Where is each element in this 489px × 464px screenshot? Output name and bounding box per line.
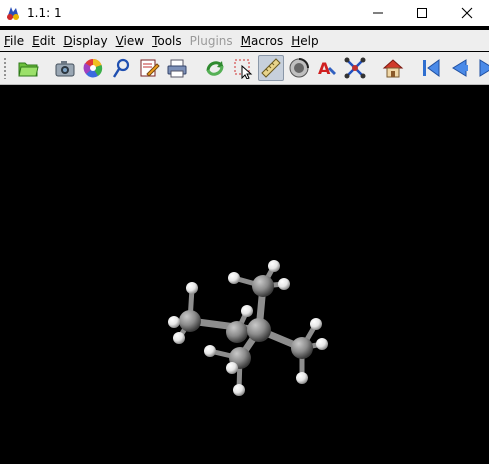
next-frame-icon xyxy=(479,59,489,77)
hydrogen-atom[interactable] xyxy=(173,332,185,344)
hydrogen-atom[interactable] xyxy=(233,384,245,396)
maximize-button[interactable] xyxy=(399,0,445,26)
print-button[interactable] xyxy=(164,55,190,81)
hydrogen-atom[interactable] xyxy=(228,272,240,284)
minimize-icon xyxy=(373,12,383,14)
hydrogen-atom[interactable] xyxy=(268,260,280,272)
ruler-icon xyxy=(261,58,281,78)
carbon-atom[interactable] xyxy=(226,321,248,343)
menu-label: isplay xyxy=(72,33,108,48)
menu-macros[interactable]: Macros xyxy=(237,34,288,48)
next-frame-button[interactable] xyxy=(474,55,489,81)
spin-button[interactable] xyxy=(286,55,312,81)
print-icon xyxy=(167,59,187,78)
edit-document-button[interactable] xyxy=(136,55,162,81)
home-button[interactable] xyxy=(380,55,406,81)
rotate-button[interactable] xyxy=(202,55,228,81)
home-icon xyxy=(382,59,404,78)
title-bar: 1.1: 1 xyxy=(0,0,489,26)
carbon-atom[interactable] xyxy=(247,318,271,342)
camera-icon xyxy=(55,61,75,77)
maximize-icon xyxy=(417,8,427,18)
select-button[interactable] xyxy=(230,55,256,81)
menu-display[interactable]: Display xyxy=(59,34,111,48)
toolbar: A xyxy=(0,52,489,85)
edit-document-icon xyxy=(140,59,160,77)
menu-help[interactable]: Help xyxy=(287,34,322,48)
close-button[interactable] xyxy=(444,0,489,26)
menu-file[interactable]: File xyxy=(0,34,28,48)
molecule-viewer[interactable] xyxy=(0,86,489,464)
menu-label: dit xyxy=(39,33,56,48)
ruler-button[interactable] xyxy=(258,55,284,81)
minimize-button[interactable] xyxy=(355,0,401,26)
pipette-icon xyxy=(112,58,130,78)
open-folder-icon xyxy=(18,62,39,77)
previous-frame-button[interactable] xyxy=(446,55,472,81)
pipette-button[interactable] xyxy=(108,55,134,81)
hydrogen-atom[interactable] xyxy=(168,316,180,328)
menu-mnemonic: E xyxy=(32,33,40,48)
move-molecule-button[interactable] xyxy=(342,55,368,81)
move-molecule-icon xyxy=(344,57,366,79)
previous-frame-icon xyxy=(452,59,468,77)
label-text-button[interactable]: A xyxy=(314,55,340,81)
menu-label: ile xyxy=(10,33,25,48)
menu-tools[interactable]: Tools xyxy=(148,34,186,48)
hydrogen-atom[interactable] xyxy=(316,338,328,350)
carbon-atom[interactable] xyxy=(291,337,313,359)
close-icon xyxy=(461,7,473,19)
menu-label: acros xyxy=(251,33,284,48)
hydrogen-atom[interactable] xyxy=(278,278,290,290)
rotate-icon xyxy=(206,61,224,76)
label-text-icon: A xyxy=(318,59,336,78)
spin-icon xyxy=(289,58,309,78)
menu-mnemonic: V xyxy=(115,33,124,48)
molecule-model[interactable] xyxy=(168,260,328,396)
menu-edit[interactable]: Edit xyxy=(28,34,59,48)
carbon-atom[interactable] xyxy=(179,310,201,332)
jmol-app-icon xyxy=(7,7,19,20)
menu-bar: File Edit Display View Tools Plugins Macros Hel… xyxy=(0,30,489,51)
menu-label: elp xyxy=(300,33,319,48)
hydrogen-atom[interactable] xyxy=(226,362,238,374)
menu-label: Plugins xyxy=(189,33,233,48)
menu-mnemonic: D xyxy=(63,33,73,48)
carbon-atom[interactable] xyxy=(252,275,274,297)
first-frame-button[interactable] xyxy=(418,55,444,81)
hydrogen-atom[interactable] xyxy=(186,282,198,294)
menu-view[interactable]: View xyxy=(112,34,148,48)
menu-label: ools xyxy=(157,33,182,48)
menu-plugins[interactable]: Plugins xyxy=(186,34,237,48)
menu-mnemonic: M xyxy=(240,33,251,48)
color-wheel-icon xyxy=(83,58,103,78)
menu-mnemonic: H xyxy=(291,33,301,48)
toolbar-grip[interactable] xyxy=(3,57,7,79)
hydrogen-atom[interactable] xyxy=(241,305,253,317)
window-title: 1.1: 1 xyxy=(27,6,62,20)
hydrogen-atom[interactable] xyxy=(310,318,322,330)
menu-label: iew xyxy=(123,33,145,48)
open-folder-button[interactable] xyxy=(15,55,41,81)
camera-button[interactable] xyxy=(52,55,78,81)
color-wheel-button[interactable] xyxy=(80,55,106,81)
select-icon xyxy=(234,59,253,79)
hydrogen-atom[interactable] xyxy=(296,372,308,384)
hydrogen-atom[interactable] xyxy=(204,345,216,357)
first-frame-icon xyxy=(423,59,440,77)
